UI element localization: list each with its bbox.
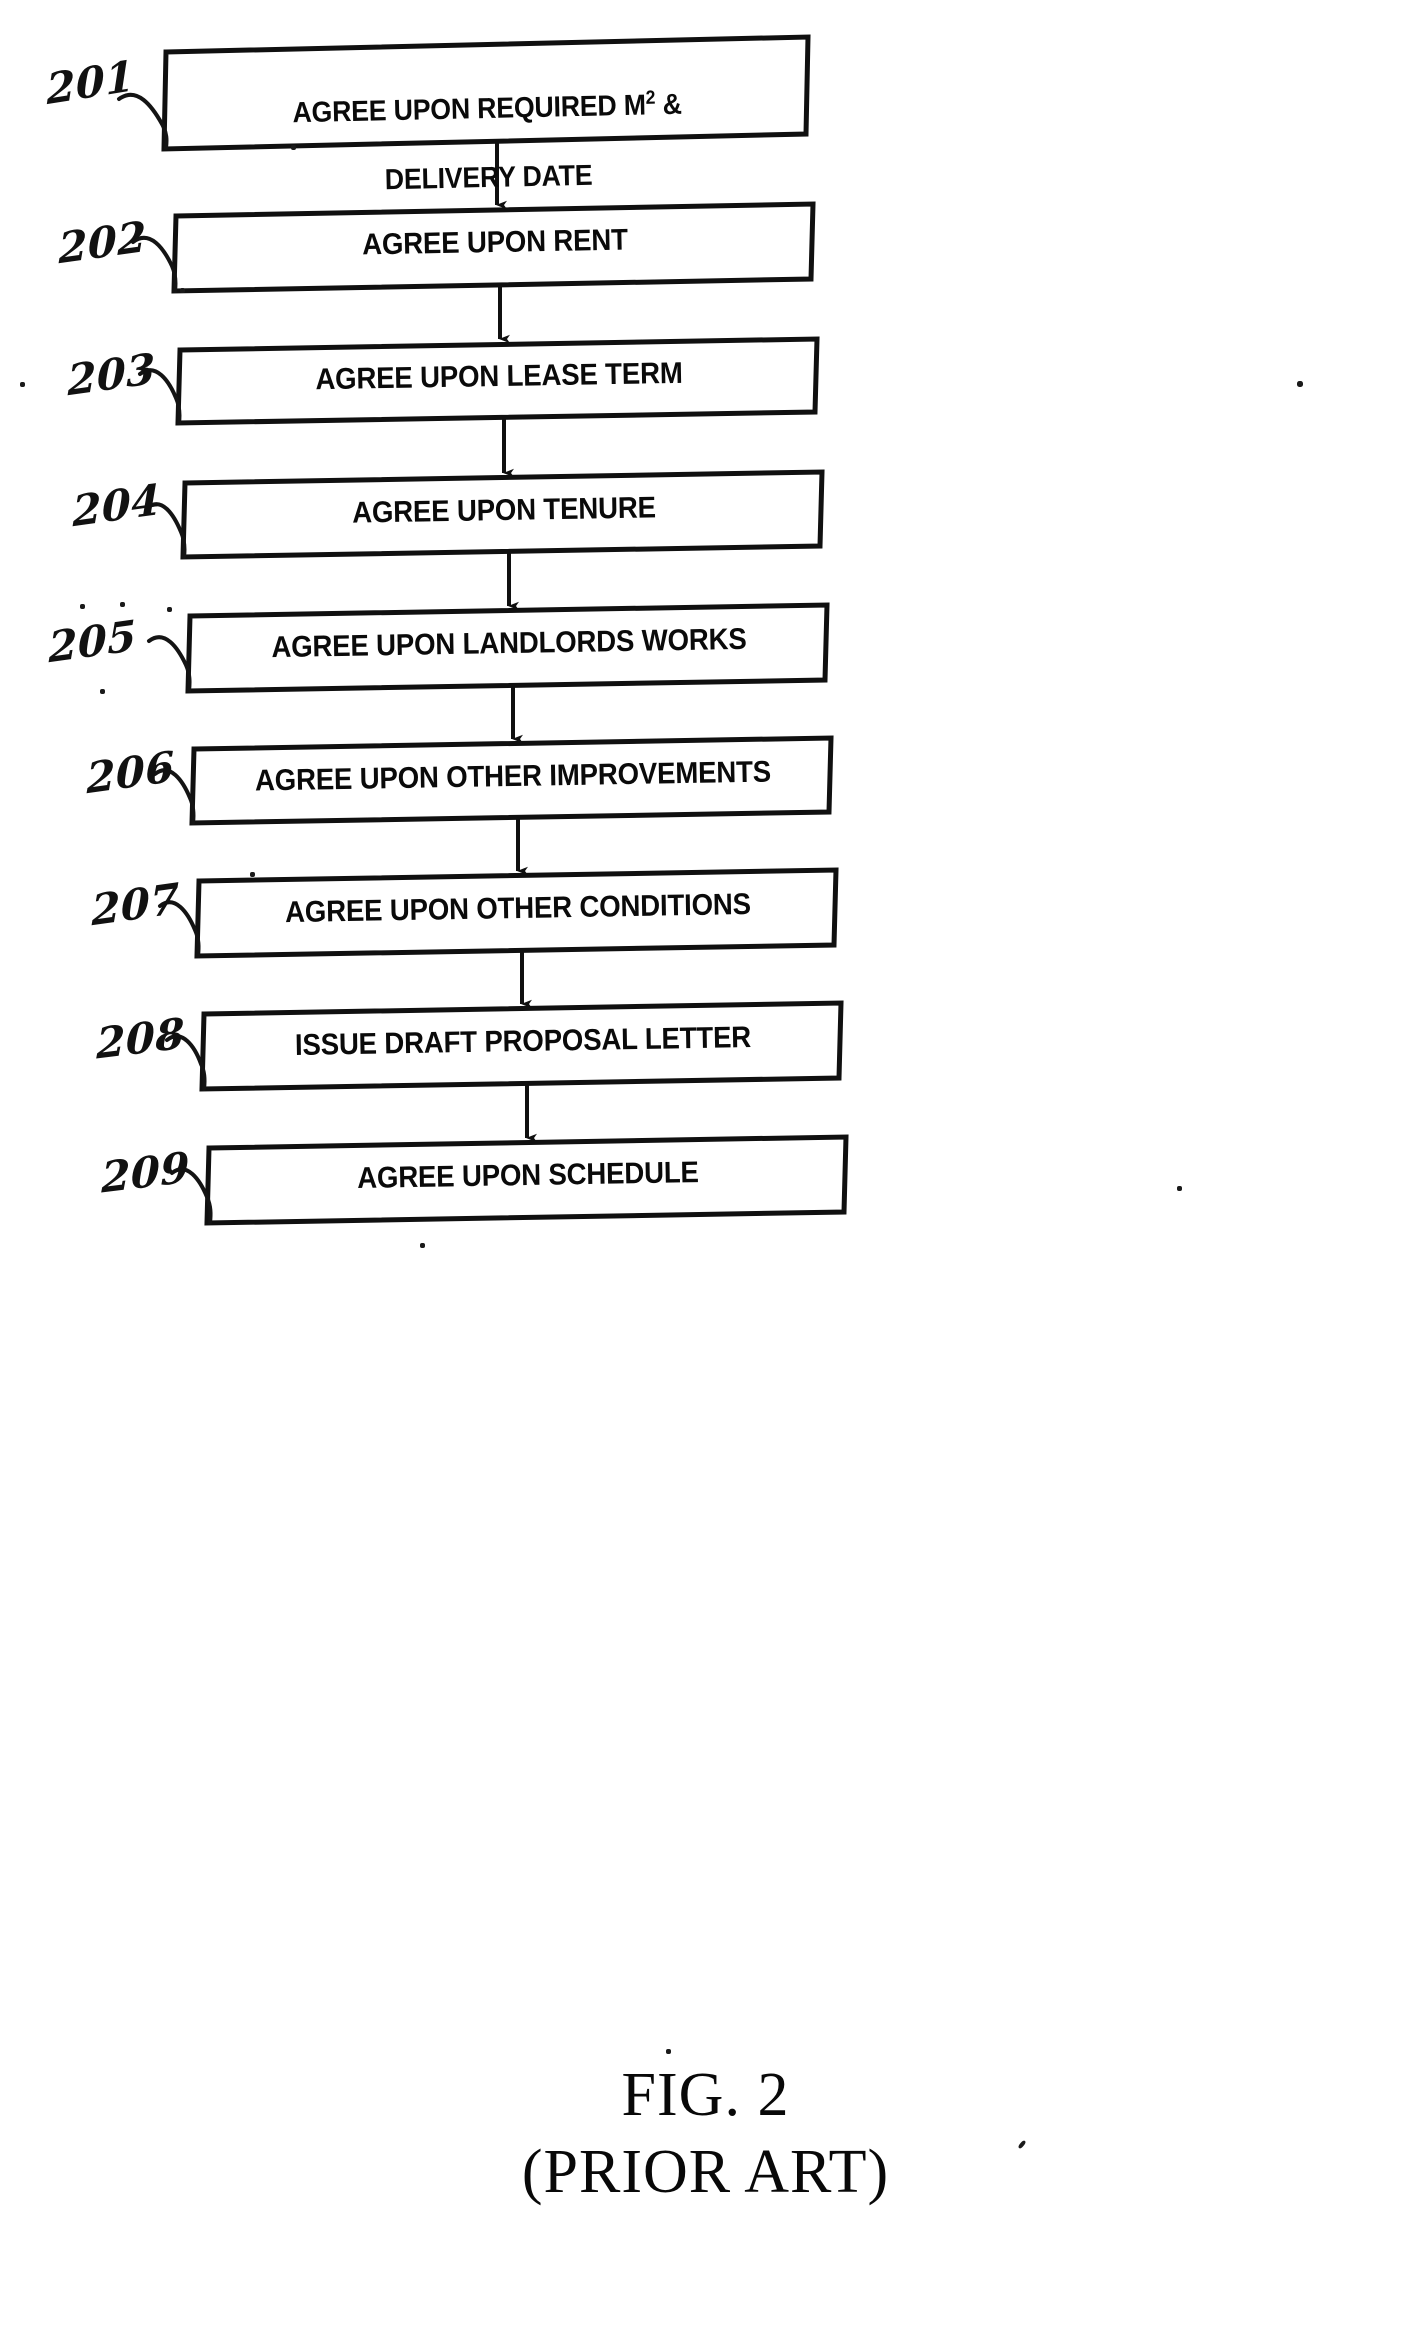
process-box-201-line1: AGREE UPON REQUIRED M2 & xyxy=(292,87,683,130)
figure-caption-line-1: FIG. 2 xyxy=(621,2061,790,2129)
leader-201 xyxy=(117,92,169,150)
scan-speck xyxy=(120,602,125,607)
scan-speck xyxy=(1177,1186,1182,1191)
process-box-201-line2: DELIVERY DATE xyxy=(384,159,593,196)
patent-figure: AGREE UPON REQUIRED M2 & DELIVERY DATE A… xyxy=(0,0,1411,2343)
scan-speck xyxy=(180,288,185,293)
scan-speck xyxy=(250,872,255,877)
scan-speck xyxy=(80,604,85,609)
scan-speck xyxy=(420,1243,425,1248)
scan-speck xyxy=(291,145,296,150)
leader-205 xyxy=(147,635,192,693)
figure-caption: FIG. 2 (PRIOR ART) xyxy=(0,2060,1411,2208)
process-box-201-label: AGREE UPON REQUIRED M2 & DELIVERY DATE xyxy=(208,52,767,201)
figure-caption-line-2: (PRIOR ART) xyxy=(521,2138,890,2206)
scan-speck xyxy=(666,2049,671,2054)
scan-speck xyxy=(100,689,105,694)
scan-speck xyxy=(167,607,172,612)
scan-speck xyxy=(1297,381,1303,387)
scan-speck xyxy=(20,382,25,387)
